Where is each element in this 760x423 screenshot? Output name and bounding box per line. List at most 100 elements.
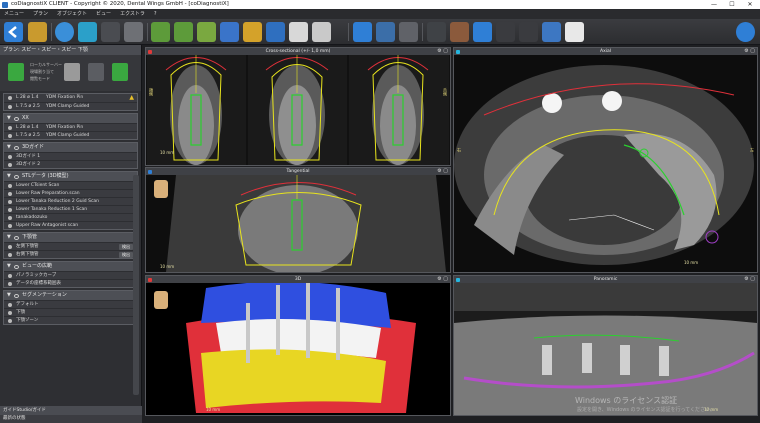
help-icon[interactable] <box>736 22 755 42</box>
open-folder-icon[interactable] <box>28 22 47 42</box>
cursor-icon[interactable] <box>376 22 395 42</box>
menu-item-object[interactable]: オブジェクト <box>57 9 87 19</box>
menu-item-view[interactable]: ビュー <box>96 9 111 19</box>
viewport-controls[interactable]: ⚙ ▢ <box>437 168 448 175</box>
implant-edit-icon[interactable] <box>174 22 193 42</box>
menu-item-plan[interactable]: プラン <box>33 9 48 19</box>
list-item[interactable]: デフォルト <box>4 300 137 308</box>
guide-studio-tab[interactable]: ガイドStudio/ガイド <box>0 406 142 415</box>
shield-icon[interactable] <box>124 22 143 42</box>
list-item[interactable]: 3Dガイド 1 <box>4 152 137 160</box>
lingual-label: 舌側 <box>443 88 448 96</box>
viewport-controls[interactable]: ⚙ ▢ <box>437 48 448 55</box>
list-item[interactable]: 左側下顎管 検出 <box>4 242 137 250</box>
tangential-image <box>146 175 450 272</box>
implant-add-icon[interactable] <box>151 22 170 42</box>
group-header[interactable]: ▼ セグメンテーション <box>4 291 137 300</box>
transfer-icon[interactable] <box>112 63 128 81</box>
tangential-viewport[interactable]: Tangential ⚙ ▢ 10 mm <box>145 167 451 273</box>
right-side-label: 右 <box>457 148 462 152</box>
list-item[interactable]: Lower Tanaka Reduction 2 Guid Scan <box>4 197 137 205</box>
back-icon[interactable] <box>4 22 23 42</box>
eye-icon[interactable] <box>14 264 19 269</box>
list-item[interactable]: L 7.5 ø 2.5 YDM Clamp Guided <box>4 102 137 110</box>
ruler-icon[interactable] <box>427 22 446 42</box>
viewport-title: Panoramic <box>593 277 618 282</box>
list-item[interactable]: 右側下顎管 検出 <box>4 250 137 258</box>
list-item[interactable]: Lower Tanaka Reduction 1 Scan <box>4 205 137 213</box>
redo-icon[interactable] <box>519 22 538 42</box>
3d-viewport[interactable]: 3D ⚙ ▢ 10 mm <box>145 275 451 416</box>
menu-item-extra[interactable]: エクストラ <box>120 9 145 19</box>
bone-icon[interactable] <box>289 22 308 42</box>
tooth-icon[interactable] <box>565 22 584 42</box>
maximize-button[interactable]: ☐ <box>724 0 740 9</box>
window-title: coDiagnostiX CLIENT - Copyright © 2020, … <box>11 1 229 7</box>
cross-sectional-viewport[interactable]: Cross-sectional (+/- 1,0 mm) ⚙ ▢ 10 mm 頬… <box>145 47 451 166</box>
list-item[interactable]: tanakadozuko <box>4 213 137 221</box>
document-icon[interactable] <box>78 22 97 42</box>
measure-icon[interactable] <box>450 22 469 42</box>
group-header[interactable]: ▼ XX <box>4 114 137 123</box>
buccal-label: 頬側 <box>149 88 154 96</box>
close-button[interactable]: ✕ <box>742 0 758 9</box>
head-orientation-icon <box>154 180 168 198</box>
group-header[interactable]: ▼ 下顎管 <box>4 233 137 242</box>
syringe-icon[interactable] <box>542 22 561 42</box>
head-orientation-icon <box>154 291 168 309</box>
globe-icon[interactable] <box>55 22 74 42</box>
eye-icon[interactable] <box>14 293 19 298</box>
crosshair-icon[interactable] <box>353 22 372 42</box>
list-item[interactable]: L 28 ø 1.4 YDM Fixation Pin ▲ <box>4 94 137 102</box>
eye-icon[interactable] <box>14 116 19 121</box>
list-item[interactable]: 3Dガイド 2 <box>4 160 137 168</box>
menu-item-menu[interactable]: メニュー <box>4 9 24 19</box>
main-toolbar <box>0 19 760 45</box>
scale-label: 10 mm <box>160 264 175 269</box>
implant-group-1: L 28 ø 1.4 YDM Fixation Pin ▲ L 7.5 ø 2.5 Y… <box>3 93 138 111</box>
segmentation-group: ▼ セグメンテーション デフォルト 下顎 下顎ゾーン <box>3 290 138 325</box>
implant-pin-icon[interactable] <box>220 22 239 42</box>
axial-viewport[interactable]: Axial ⚙ ▢ 10 mm 右 左 <box>453 47 758 273</box>
app-logo-icon <box>2 1 8 8</box>
guide-icon[interactable] <box>312 22 331 42</box>
menu-item-help[interactable]: ? <box>154 9 157 19</box>
action-label-server: ローカルサーバー <box>30 62 62 67</box>
scan-icon[interactable] <box>473 22 492 42</box>
plan-panel-header: プラン: スピー・スピー・スピー 下顎 <box>0 45 141 55</box>
panel-scrollbar[interactable] <box>133 175 139 395</box>
eye-icon[interactable] <box>14 235 19 240</box>
sleeve-icon[interactable] <box>243 22 262 42</box>
group-header[interactable]: ▼ STLデータ (3D模型) <box>4 172 137 181</box>
viewport-controls[interactable]: ⚙ ▢ <box>744 48 755 55</box>
list-item[interactable]: L 7.5 ø 2.5 YDM Clamp Guided <box>4 131 137 139</box>
check-icon[interactable] <box>88 63 104 81</box>
menu-bar: メニュー プラン オブジェクト ビュー エクストラ ? <box>0 9 760 19</box>
implant-copy-icon[interactable] <box>197 22 216 42</box>
eye-icon[interactable] <box>14 145 19 150</box>
group-header[interactable]: ▼ 3Dガイド <box>4 143 137 152</box>
list-item[interactable]: パノラミックカーブ <box>4 271 137 279</box>
delete-icon[interactable] <box>64 63 80 81</box>
list-item[interactable]: 下顎ゾーン <box>4 316 137 324</box>
list-item[interactable]: Lower Raw Preparation.scan <box>4 189 137 197</box>
status-tab[interactable]: 最新の状態 <box>0 415 142 423</box>
title-bar: coDiagnostiX CLIENT - Copyright © 2020, … <box>0 0 760 9</box>
viewport-controls[interactable]: ⚙ ▢ <box>437 276 448 283</box>
list-item[interactable]: 下顎 <box>4 308 137 316</box>
layout-icon[interactable] <box>399 22 418 42</box>
abutment-icon[interactable] <box>266 22 285 42</box>
list-item[interactable]: データの座標系範囲表 <box>4 279 137 287</box>
minimize-button[interactable]: — <box>706 0 722 9</box>
undo-icon[interactable] <box>496 22 515 42</box>
list-item[interactable]: Upper Raw Antagonist scan <box>4 221 137 229</box>
print-icon[interactable] <box>101 22 120 42</box>
add-plan-icon[interactable] <box>8 63 24 81</box>
detect-button[interactable]: 検出 <box>119 252 133 258</box>
group-header[interactable]: ▼ ビューの広範 <box>4 262 137 271</box>
viewport-controls[interactable]: ⚙ ▢ <box>744 276 755 283</box>
axial-image <box>454 55 757 272</box>
list-item[interactable]: L 28 ø 1.4 YDM Fixation Pin <box>4 123 137 131</box>
list-item[interactable]: Lower CTsient Scan <box>4 181 137 189</box>
eye-icon[interactable] <box>14 174 19 179</box>
